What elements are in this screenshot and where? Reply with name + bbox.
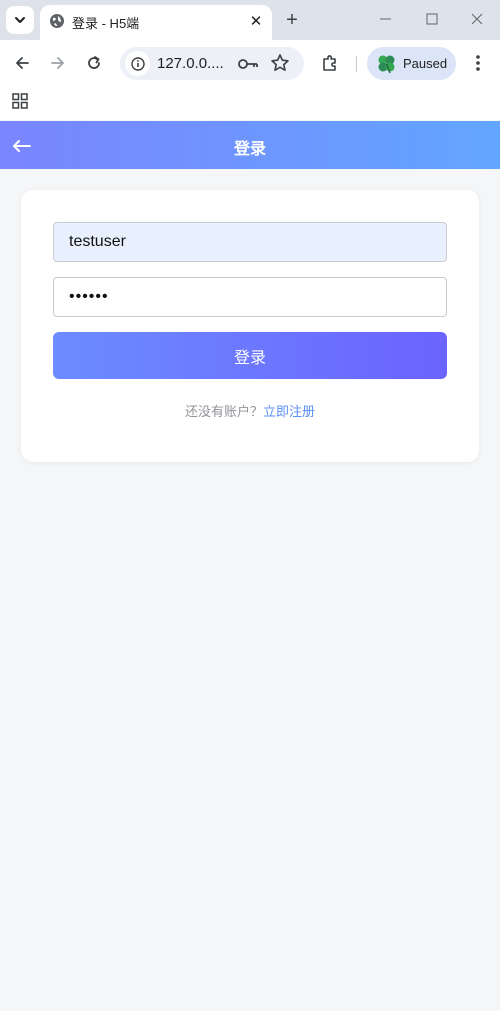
profile-label: Paused <box>403 56 448 71</box>
browser-tabstrip: 登录 - H5端 ✕ + <box>0 0 500 40</box>
profile-button[interactable]: Paused <box>367 47 456 80</box>
login-button[interactable]: 登录 <box>53 332 447 379</box>
maximize-icon[interactable] <box>422 9 442 29</box>
arrow-right-icon <box>51 57 64 69</box>
info-icon <box>130 56 145 71</box>
back-button[interactable] <box>10 51 34 75</box>
register-prompt: 还没有账户？立即注册 <box>21 401 479 420</box>
extensions-button[interactable] <box>318 51 342 75</box>
reload-icon <box>88 56 100 69</box>
address-bar[interactable]: 127.0.0.... <box>120 47 304 80</box>
new-tab-button[interactable]: + <box>280 8 304 32</box>
tab-close-icon[interactable]: ✕ <box>247 12 265 30</box>
clover-icon <box>378 55 395 74</box>
register-link[interactable]: 立即注册 <box>263 404 315 419</box>
star-icon[interactable] <box>270 53 290 73</box>
globe-icon <box>50 14 64 28</box>
site-info-button[interactable] <box>125 51 150 76</box>
page-navbar: 登录 <box>0 121 500 169</box>
reload-button[interactable] <box>82 51 106 75</box>
bookmarks-bar <box>0 86 500 120</box>
tab-title: 登录 - H5端 <box>72 16 140 31</box>
apps-grid-icon[interactable] <box>12 93 28 109</box>
kebab-menu-icon <box>476 55 480 71</box>
browser-toolbar: 127.0.0.... Paused <box>0 40 500 86</box>
login-card: testuser •••••• 登录 还没有账户？立即注册 <box>21 190 479 462</box>
chevron-down-icon <box>15 17 25 23</box>
minimize-icon[interactable] <box>376 9 396 29</box>
key-icon[interactable] <box>237 55 259 73</box>
forward-button[interactable] <box>46 51 70 75</box>
password-input[interactable]: •••••• <box>53 277 447 317</box>
menu-button[interactable] <box>466 51 490 75</box>
url-text: 127.0.0.... <box>157 55 224 72</box>
window-close-icon[interactable] <box>467 9 487 29</box>
tab-search-button[interactable] <box>6 6 34 34</box>
puzzle-icon <box>323 55 336 71</box>
toolbar-separator <box>356 56 357 72</box>
username-input[interactable]: testuser <box>53 222 447 262</box>
no-account-text: 还没有账户？ <box>184 404 263 419</box>
browser-tab[interactable]: 登录 - H5端 ✕ <box>40 5 272 40</box>
page-title: 登录 <box>233 141 266 158</box>
arrow-left-icon <box>16 57 29 69</box>
